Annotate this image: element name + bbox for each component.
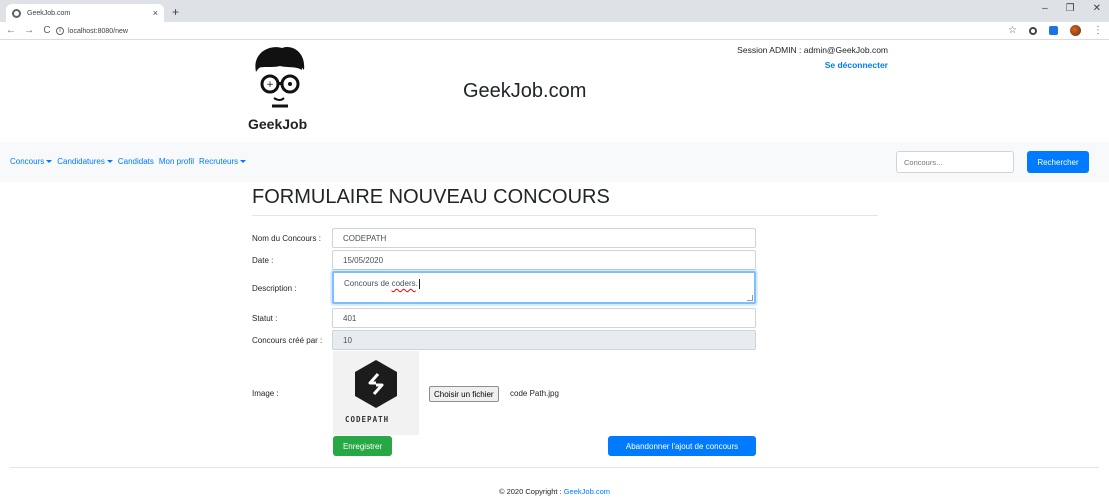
browser-tab[interactable]: GeekJob.com × xyxy=(6,4,164,22)
extension-icon[interactable] xyxy=(1029,26,1037,35)
extension-icon[interactable] xyxy=(1049,26,1058,35)
caret-down-icon xyxy=(240,160,247,164)
resize-handle-icon[interactable] xyxy=(747,295,753,301)
save-button[interactable]: Enregistrer xyxy=(333,436,392,456)
svg-text:+: + xyxy=(266,80,274,90)
new-tab-button[interactable]: + xyxy=(172,5,179,19)
nav-item-recruteurs[interactable]: Recruteurs xyxy=(199,157,247,166)
nav-item-candidats[interactable]: Candidats xyxy=(118,157,154,166)
globe-icon xyxy=(12,8,21,18)
search-button[interactable]: Rechercher xyxy=(1027,151,1089,173)
divider xyxy=(252,215,878,216)
url-text: localhost:8080/new xyxy=(68,27,128,35)
tab-close-icon[interactable]: × xyxy=(153,8,158,18)
page-title: GeekJob.com xyxy=(463,80,587,102)
codepath-logo-icon xyxy=(355,360,397,408)
form-heading: FORMULAIRE NOUVEAU CONCOURS xyxy=(252,186,610,208)
browser-toolbar: ← → C i localhost:8080/new ☆ ⋮ xyxy=(0,22,1109,40)
nav-item-candidatures[interactable]: Candidatures xyxy=(57,157,113,166)
footer-link[interactable]: GeekJob.com xyxy=(564,487,610,496)
description-label: Description : xyxy=(252,284,297,293)
maximize-icon[interactable]: ❐ xyxy=(1066,3,1075,14)
reload-icon[interactable]: C xyxy=(40,25,54,36)
browser-tabstrip: GeekJob.com × + – ❐ ✕ xyxy=(0,0,1109,22)
minimize-icon[interactable]: – xyxy=(1042,3,1048,14)
statut-label: Statut : xyxy=(252,314,278,323)
divider xyxy=(10,467,1099,468)
session-info: Session ADMIN : admin@GeekJob.com xyxy=(737,45,888,55)
nav-item-concours[interactable]: Concours xyxy=(10,157,53,166)
search-input[interactable] xyxy=(896,151,1014,173)
nav-item-mon-profil[interactable]: Mon profil xyxy=(159,157,194,166)
star-icon[interactable]: ☆ xyxy=(1008,25,1017,36)
description-text: Concours de coders. xyxy=(344,279,420,289)
menu-icon[interactable]: ⋮ xyxy=(1093,25,1103,36)
createur-label: Concours créé par : xyxy=(252,336,323,345)
text-cursor xyxy=(418,279,420,289)
close-window-icon[interactable]: ✕ xyxy=(1093,3,1101,14)
abandon-button[interactable]: Abandonner l'ajout de concours xyxy=(608,436,756,456)
statut-input[interactable]: 401 xyxy=(332,308,756,328)
nav-menu: Concours Candidatures Candidats Mon prof… xyxy=(10,157,247,166)
back-icon[interactable]: ← xyxy=(4,25,18,36)
nom-concours-input[interactable]: CODEPATH xyxy=(332,228,756,248)
image-caption: CODEPATH xyxy=(345,415,390,424)
date-input[interactable]: 15/05/2020 xyxy=(332,250,756,270)
footer-text: © 2020 Copyright : xyxy=(498,487,564,496)
extensions-area: ☆ ⋮ xyxy=(1008,25,1103,36)
logo-text: GeekJob xyxy=(248,116,308,132)
file-name: code Path.jpg xyxy=(510,389,559,398)
geek-mascot-icon: + xyxy=(255,46,305,108)
address-bar[interactable]: i localhost:8080/new xyxy=(56,24,128,38)
site-logo[interactable]: + GeekJob xyxy=(244,44,324,134)
createur-input: 10 xyxy=(332,330,756,350)
caret-down-icon xyxy=(106,160,113,164)
image-preview: CODEPATH xyxy=(333,351,419,435)
window-controls: – ❐ ✕ xyxy=(1042,3,1109,14)
forward-icon[interactable]: → xyxy=(22,25,36,36)
logout-link[interactable]: Se déconnecter xyxy=(708,60,888,70)
profile-avatar[interactable] xyxy=(1070,25,1081,36)
nom-label: Nom du Concours : xyxy=(252,234,321,243)
description-textarea[interactable]: Concours de coders. xyxy=(332,271,756,304)
tab-title: GeekJob.com xyxy=(27,9,71,17)
choose-file-button[interactable]: Choisir un fichier xyxy=(429,386,499,402)
date-label: Date : xyxy=(252,256,274,265)
image-label: Image : xyxy=(252,389,279,398)
caret-down-icon xyxy=(46,160,53,164)
info-icon[interactable]: i xyxy=(56,27,64,35)
footer: © 2020 Copyright : GeekJob.com xyxy=(0,487,1109,496)
